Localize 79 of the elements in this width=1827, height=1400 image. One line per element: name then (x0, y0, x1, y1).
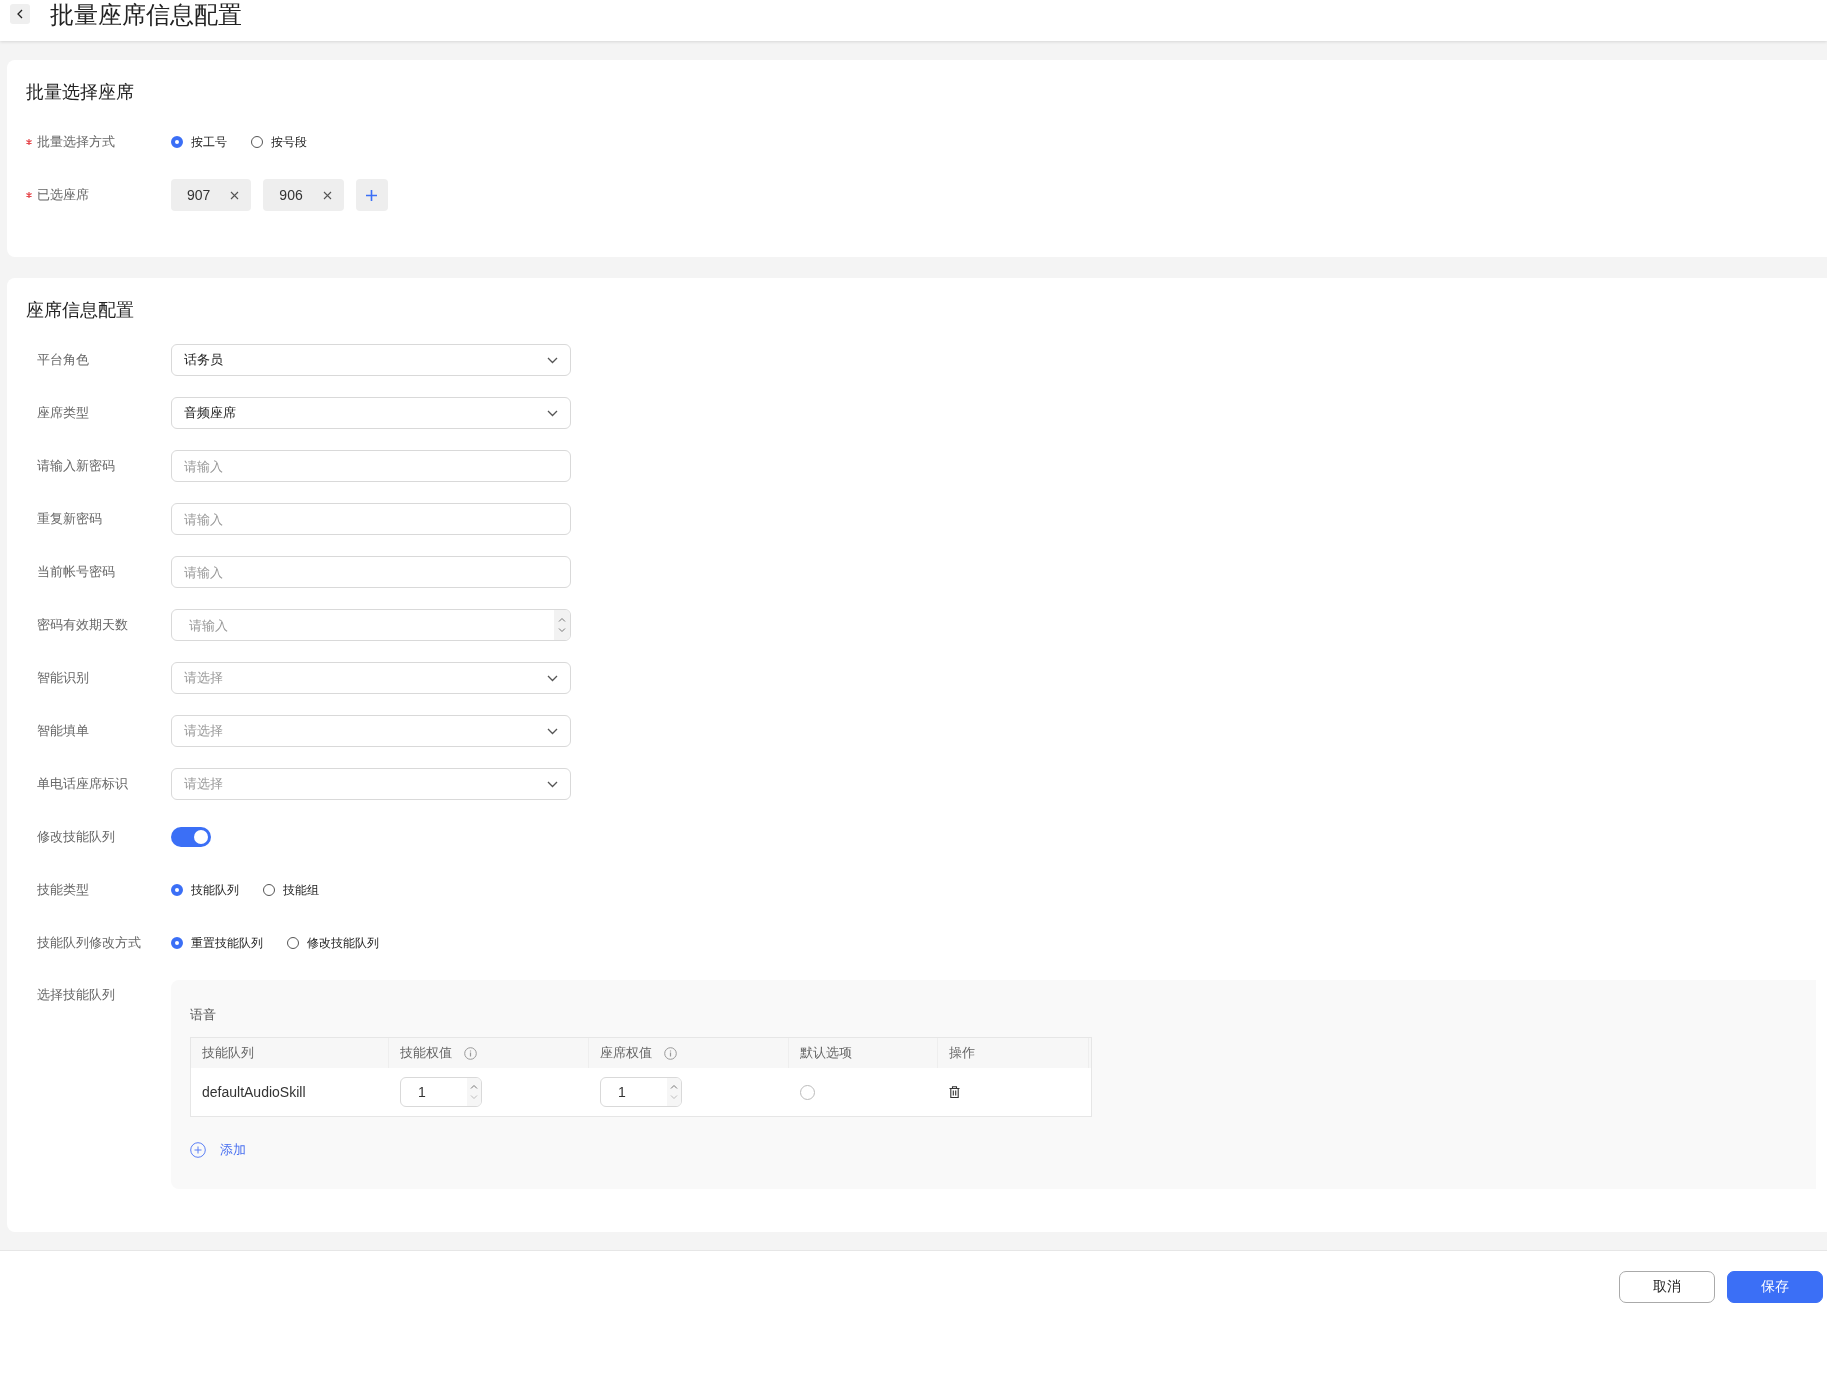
chevron-down-icon (547, 727, 558, 735)
number-field[interactable]: 1 (400, 1077, 482, 1107)
select-placeholder: 请选择 (184, 669, 223, 687)
chevron-up-icon (558, 617, 566, 622)
field-label: 智能识别 (37, 669, 89, 687)
chevron-up-icon (670, 1084, 678, 1089)
cancel-button[interactable]: 取消 (1619, 1271, 1715, 1303)
chevron-down-icon (547, 780, 558, 788)
field-label: 座席类型 (37, 404, 89, 422)
radio-label[interactable]: 按号段 (271, 133, 307, 151)
field-label: 当前帐号密码 (37, 563, 115, 581)
field-value: 1 (418, 1084, 426, 1100)
radio-label[interactable]: 技能队列 (191, 881, 239, 899)
radio-button[interactable] (263, 884, 275, 896)
section-title: 批量选择座席 (26, 81, 135, 104)
radio-button[interactable] (251, 136, 263, 148)
field-label: 平台角色 (37, 351, 89, 369)
column-title: 座席权值 (600, 1044, 652, 1062)
column-title: 技能权值 (400, 1044, 452, 1062)
field-label: 技能队列修改方式 (37, 934, 141, 952)
field-value: 1 (618, 1084, 626, 1100)
info-icon[interactable] (664, 1046, 677, 1060)
field-label: 单电话座席标识 (37, 775, 128, 793)
radio-label[interactable]: 技能组 (283, 881, 319, 899)
select-value: 音频座席 (184, 404, 236, 422)
field-label: 已选座席 (37, 186, 89, 204)
input-field[interactable]: 请输入 (171, 556, 571, 588)
group-title: 语音 (190, 1006, 217, 1024)
field-label: 智能填单 (37, 722, 89, 740)
number-field[interactable]: 请输入 (171, 609, 571, 641)
plus-icon (366, 189, 378, 201)
select-placeholder: 请选择 (184, 775, 223, 793)
section-title: 座席信息配置 (26, 299, 135, 322)
column-title: 默认选项 (800, 1044, 852, 1062)
column-title: 操作 (949, 1044, 975, 1062)
chevron-down-icon (470, 1095, 478, 1100)
input-field[interactable]: 请输入 (171, 450, 571, 482)
field-label: 请输入新密码 (37, 457, 115, 475)
save-button[interactable]: 保存 (1727, 1271, 1823, 1303)
chevron-left-icon (17, 8, 23, 19)
chevron-down-icon (558, 628, 566, 633)
radio-button[interactable] (800, 1084, 815, 1100)
close-icon[interactable] (322, 190, 332, 200)
field-label: 修改技能队列 (37, 828, 115, 846)
chevron-up-icon (470, 1084, 478, 1089)
tag-label: 906 (279, 187, 303, 203)
info-icon[interactable] (464, 1046, 477, 1060)
chevron-down-icon (547, 409, 558, 417)
add-link[interactable]: 添加 (190, 1141, 246, 1159)
tag-label: 907 (187, 187, 211, 203)
table-cell: defaultAudioSkill (202, 1084, 306, 1100)
field-label: 技能类型 (37, 881, 89, 899)
chevron-down-icon (670, 1095, 678, 1100)
radio-button[interactable] (171, 884, 183, 896)
column-title: 技能队列 (202, 1044, 254, 1062)
field-label: 批量选择方式 (37, 133, 115, 151)
toggle-switch[interactable] (171, 827, 211, 847)
page-title: 批量座席信息配置 (50, 0, 242, 30)
field-label: 重复新密码 (37, 510, 102, 528)
radio-label[interactable]: 修改技能队列 (307, 934, 379, 952)
field-label: 选择技能队列 (37, 986, 115, 1004)
plus-circle-icon (190, 1142, 206, 1158)
select-field[interactable]: 音频座席 (171, 397, 571, 429)
close-icon[interactable] (230, 190, 240, 200)
radio-button[interactable] (171, 937, 183, 949)
back-button[interactable] (10, 3, 30, 24)
input-field[interactable]: 请输入 (171, 503, 571, 535)
select-field[interactable]: 话务员 (171, 344, 571, 376)
select-placeholder: 请选择 (184, 722, 223, 740)
radio-button[interactable] (171, 136, 183, 148)
chevron-down-icon (547, 356, 558, 364)
number-field[interactable]: 1 (600, 1077, 682, 1107)
radio-label[interactable]: 重置技能队列 (191, 934, 263, 952)
radio-button[interactable] (287, 937, 299, 949)
field-label: 密码有效期天数 (37, 616, 128, 634)
select-value: 话务员 (184, 351, 223, 369)
trash-icon[interactable] (949, 1086, 960, 1098)
chevron-down-icon (547, 674, 558, 682)
radio-label[interactable]: 按工号 (191, 133, 227, 151)
